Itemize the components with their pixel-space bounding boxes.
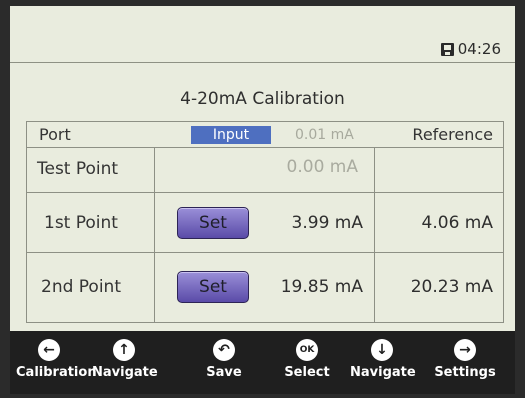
reference-label: Reference [412,125,493,144]
softkey-navigate-up-label: Navigate [92,365,158,380]
softkey-select[interactable]: OK Select [278,339,336,380]
input-selector[interactable]: Input [191,126,271,144]
undo-icon: ↶ [213,339,235,361]
softkey-calibration[interactable]: ← Calibration [16,339,97,380]
test-point-measured: 0.00 mA [286,157,358,177]
softkey-settings-label: Settings [434,365,496,380]
arrow-left-icon: ← [38,339,60,361]
arrow-up-icon: ↑ [113,339,135,361]
arrow-right-icon: → [454,339,476,361]
ok-icon: OK [296,339,318,361]
softkey-settings[interactable]: → Settings [430,339,500,380]
softkey-navigate-down-label: Navigate [350,365,416,380]
status-bar: 04:26 [10,6,515,63]
softkey-navigate-up[interactable]: ↑ Navigate [92,339,158,380]
softkey-save-label: Save [206,365,242,380]
input-reading: 0.01 mA [295,127,354,143]
softkey-select-label: Select [284,365,330,380]
set-1st-point-button[interactable]: Set [177,207,249,239]
softkey-save[interactable]: ↶ Save [202,339,246,380]
softkey-navigate-down[interactable]: ↓ Navigate [350,339,416,380]
save-disk-icon [440,42,454,56]
1st-point-measured: 3.99 mA [291,213,363,233]
2nd-point-measured: 19.85 mA [280,277,363,297]
arrow-down-icon: ↓ [371,339,393,361]
set-2nd-point-button[interactable]: Set [177,271,249,303]
device-screen: 04:26 4-20mA Calibration Port Input 0.01… [10,6,515,394]
clock-time: 04:26 [457,40,501,58]
page-title: 4-20mA Calibration [180,89,345,109]
row-label-test-point: Test Point [37,159,119,179]
clock: 04:26 [440,40,501,58]
calibration-table: Port Input 0.01 mA Reference Test Point … [26,121,504,323]
port-label: Port [39,125,71,144]
row-label-2nd-point: 2nd Point [41,277,121,297]
1st-point-reference: 4.06 mA [421,213,493,233]
row-label-1st-point: 1st Point [44,213,118,233]
softkey-calibration-label: Calibration [16,365,97,380]
2nd-point-reference: 20.23 mA [410,277,493,297]
softkey-bar: ← Calibration ↑ Navigate ↶ Save OK Selec… [10,331,515,394]
